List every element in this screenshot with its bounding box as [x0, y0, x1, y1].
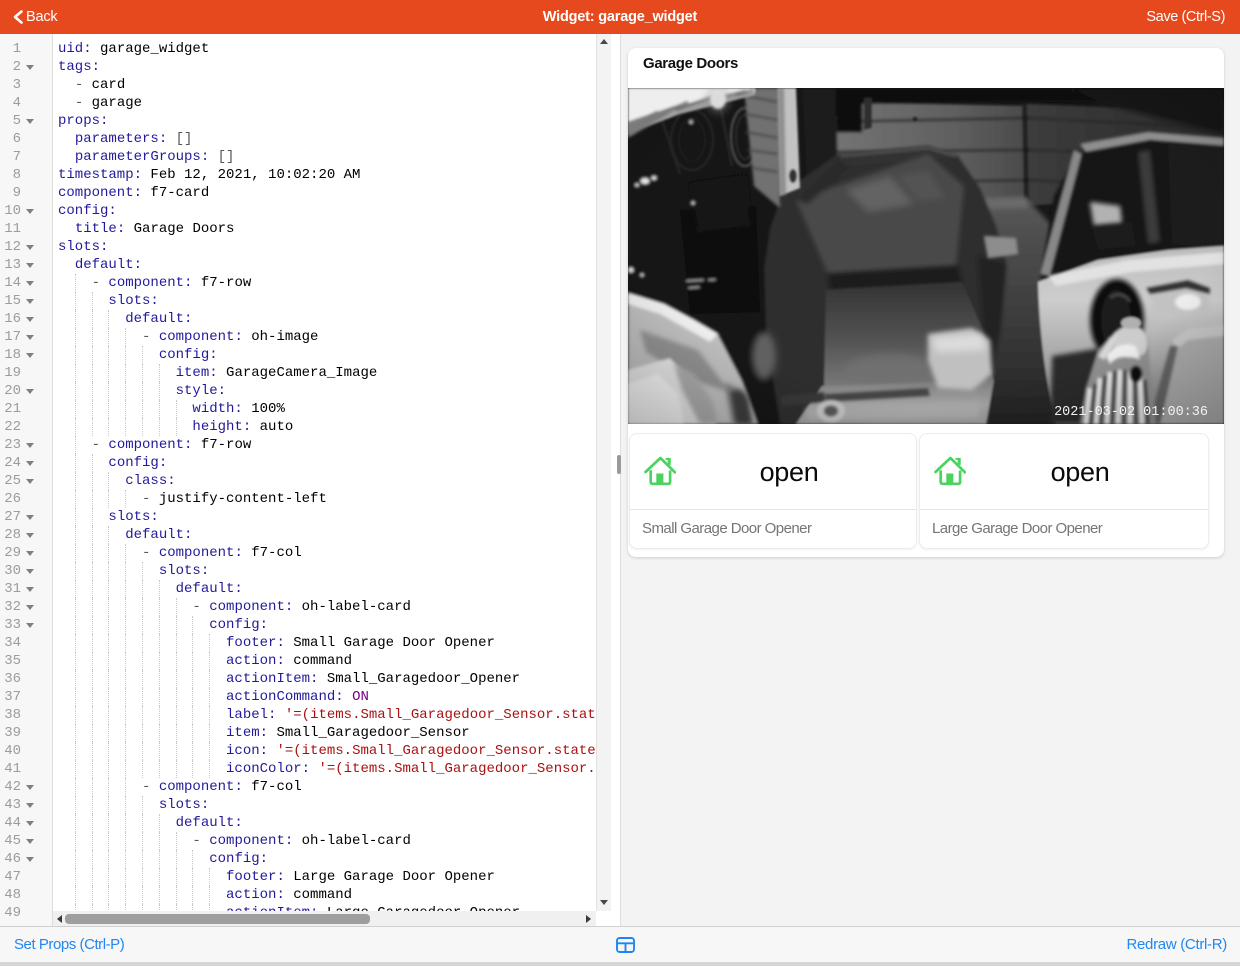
- svg-text:2021-03-02 01:00:36: 2021-03-02 01:00:36: [1054, 405, 1208, 420]
